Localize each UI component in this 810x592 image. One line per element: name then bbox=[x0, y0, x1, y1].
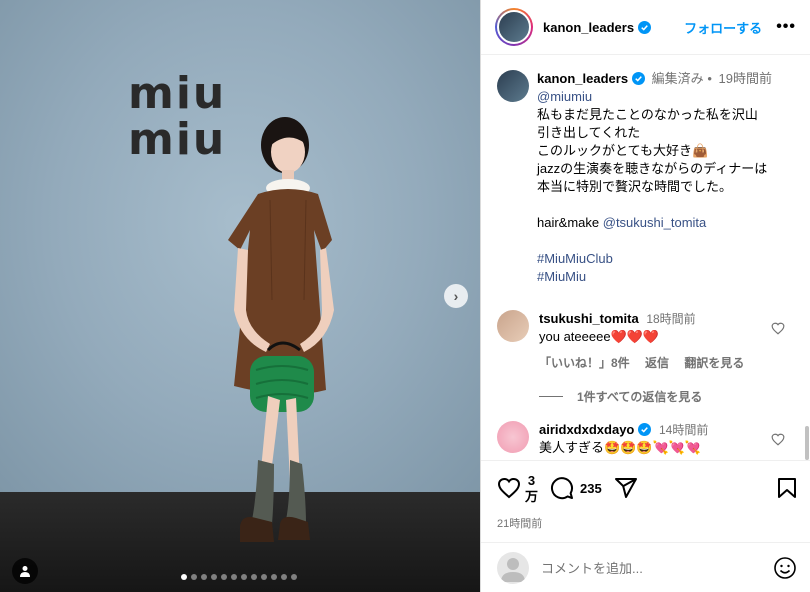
avatar bbox=[497, 10, 531, 44]
bookmark-icon[interactable] bbox=[777, 477, 797, 499]
like-count[interactable]: 3 万 bbox=[525, 474, 538, 503]
comment-count[interactable]: 235 bbox=[580, 482, 602, 495]
edited-label: 編集済み bbox=[651, 71, 704, 86]
translate-button[interactable]: 翻訳を見る bbox=[684, 356, 744, 370]
caption-line: 本当に特別で贅沢な時間でした。 bbox=[537, 179, 733, 194]
carousel-dot bbox=[241, 574, 247, 580]
avatar[interactable] bbox=[497, 70, 529, 102]
carousel-dot bbox=[191, 574, 197, 580]
caption-line: このルックがとても大好き👜 bbox=[537, 143, 709, 158]
caption-line: 引き出してくれた bbox=[537, 125, 641, 140]
comment-text: 美人すぎる🤩🤩🤩💘💘💘 bbox=[539, 440, 702, 455]
model-figure bbox=[228, 117, 334, 542]
avatar[interactable] bbox=[497, 421, 529, 453]
story-ring[interactable] bbox=[495, 8, 533, 46]
follow-button[interactable]: フォローする bbox=[684, 18, 762, 37]
comment-text: you ateeeee❤️❤️❤️ bbox=[539, 329, 660, 344]
chevron-right-icon: › bbox=[453, 288, 459, 304]
heart-icon[interactable] bbox=[771, 322, 785, 335]
divider bbox=[539, 396, 563, 397]
avatar bbox=[497, 551, 529, 584]
comment: airidxdxdxdayo 14時間前 美人すぎる🤩🤩🤩💘💘💘 bbox=[481, 421, 810, 457]
comment-likes[interactable]: 「いいね！」8件 bbox=[539, 356, 630, 370]
comment-input[interactable]: コメントを追加... bbox=[541, 558, 773, 577]
carousel-indicator bbox=[181, 574, 297, 580]
post-details-panel: kanon_leaders フォローする ••• kanon_leaders 編… bbox=[480, 0, 810, 592]
header-username[interactable]: kanon_leaders bbox=[543, 20, 634, 35]
comment-bubble-icon[interactable] bbox=[550, 476, 574, 500]
carousel-dot bbox=[201, 574, 207, 580]
more-options-icon[interactable]: ••• bbox=[776, 18, 796, 36]
emoji-icon[interactable] bbox=[773, 556, 797, 580]
hashtag[interactable]: #MiuMiu bbox=[537, 268, 797, 286]
comment-composer: コメントを追加... bbox=[481, 542, 810, 592]
post-actions: 3 万 235 21時間前 bbox=[481, 460, 810, 542]
tagged-users-button[interactable] bbox=[12, 558, 38, 584]
caption-time[interactable]: 19時間前 bbox=[719, 71, 772, 86]
scrollbar[interactable] bbox=[805, 56, 809, 460]
caption-username[interactable]: kanon_leaders bbox=[537, 71, 628, 86]
comment: tsukushi_tomita 18時間前 you ateeeee❤️❤️❤️ … bbox=[481, 310, 810, 372]
hashtag[interactable]: #MiuMiuClub bbox=[537, 250, 797, 268]
carousel-dot bbox=[281, 574, 287, 580]
view-replies-label: 1件すべての返信を見る bbox=[577, 390, 703, 404]
credit-text: hair&make bbox=[537, 215, 603, 230]
carousel-dot bbox=[211, 574, 217, 580]
carousel-dot bbox=[261, 574, 267, 580]
next-slide-button[interactable]: › bbox=[444, 284, 468, 308]
verified-badge-icon bbox=[638, 423, 652, 436]
user-icon bbox=[20, 566, 30, 577]
avatar[interactable] bbox=[497, 310, 529, 342]
caption-line: jazzの生演奏を聴きながらのディナーは bbox=[537, 161, 768, 176]
reply-button[interactable]: 返信 bbox=[645, 356, 669, 370]
carousel-dot bbox=[291, 574, 297, 580]
verified-badge-icon bbox=[632, 72, 646, 85]
view-replies-button[interactable]: 1件すべての返信を見る bbox=[539, 388, 810, 405]
post-time[interactable]: 21時間前 bbox=[497, 515, 797, 531]
default-avatar-icon bbox=[501, 557, 525, 582]
comments-scroll-area[interactable]: kanon_leaders 編集済み • 19時間前 @miumiu 私もまだ見… bbox=[481, 56, 810, 460]
carousel-dot bbox=[231, 574, 237, 580]
comment-username[interactable]: airidxdxdxdayo bbox=[539, 422, 634, 437]
caption-mention[interactable]: @miumiu bbox=[537, 88, 797, 106]
heart-icon[interactable] bbox=[771, 433, 785, 446]
comment-time[interactable]: 14時間前 bbox=[659, 423, 708, 437]
like-heart-icon[interactable] bbox=[497, 477, 521, 499]
carousel-dot bbox=[221, 574, 227, 580]
like-count-unit: 万 bbox=[525, 488, 539, 504]
credit-mention[interactable]: @tsukushi_tomita bbox=[603, 215, 707, 230]
post-header: kanon_leaders フォローする ••• bbox=[481, 0, 810, 55]
carousel-dot bbox=[181, 574, 187, 580]
verified-badge-icon bbox=[638, 20, 652, 34]
comment-time[interactable]: 18時間前 bbox=[646, 312, 695, 326]
comment-username[interactable]: tsukushi_tomita bbox=[539, 311, 639, 326]
like-count-number: 3 bbox=[527, 472, 536, 488]
carousel-dot bbox=[251, 574, 257, 580]
scrollbar-thumb[interactable] bbox=[805, 426, 809, 460]
post-media[interactable]: miu miu › bbox=[0, 0, 480, 592]
caption-line: 私もまだ見たことのなかった私を沢山 bbox=[537, 107, 758, 122]
separator: • bbox=[707, 71, 712, 86]
carousel-dot bbox=[271, 574, 277, 580]
share-icon[interactable] bbox=[614, 476, 638, 500]
post-caption: kanon_leaders 編集済み • 19時間前 @miumiu 私もまだ見… bbox=[481, 56, 810, 286]
